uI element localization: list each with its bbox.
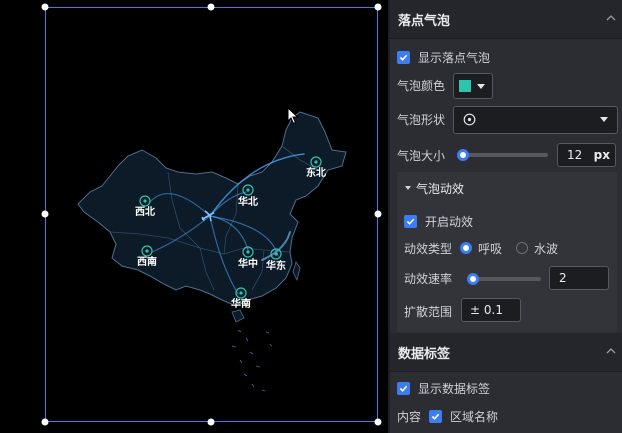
bubble-color-label: 气泡颜色 (397, 78, 446, 93)
section-title: 数据标签 (398, 346, 451, 362)
animation-type-row: 动效类型 呼吸 水波 (404, 240, 558, 256)
resize-handle-bottom-right[interactable] (374, 418, 382, 426)
bubble-shape-label: 气泡形状 (397, 112, 446, 127)
show-bubble-row[interactable]: 显示落点气泡 (397, 49, 490, 65)
resize-handle-top-left[interactable] (41, 3, 49, 11)
bubble-size-value: 12 (567, 148, 583, 162)
animation-rate-label: 动效速率 (404, 271, 453, 286)
show-data-labels-label: 显示数据标签 (418, 381, 491, 396)
radio-breathe-label[interactable]: 呼吸 (478, 240, 502, 257)
caret-down-icon (477, 83, 485, 89)
chevron-up-icon[interactable] (606, 346, 616, 356)
spread-range-label: 扩散范围 (404, 304, 453, 319)
bubble-color-picker[interactable] (453, 73, 493, 99)
map-canvas[interactable]: 东北 西北 华北 西南 华中 华东 华南 (0, 0, 388, 433)
section-header-data-labels[interactable]: 数据标签 (390, 333, 622, 372)
bubble-size-label: 气泡大小 (397, 148, 446, 163)
slider-thumb[interactable] (467, 273, 479, 285)
selection-frame[interactable] (45, 7, 378, 422)
bubble-size-row: 气泡大小 (397, 147, 445, 163)
section-title: 落点气泡 (398, 13, 451, 29)
bubble-shape-row: 气泡形状 (397, 111, 445, 127)
region-name-checkbox[interactable] (429, 409, 443, 423)
show-data-labels-row[interactable]: 显示数据标签 (397, 380, 490, 396)
show-bubble-checkbox[interactable] (397, 50, 410, 64)
resize-handle-left[interactable] (41, 210, 49, 218)
label-content-label: 内容 (397, 409, 422, 424)
animation-rate-value: 2 (559, 271, 567, 285)
animation-type-label: 动效类型 (404, 241, 453, 256)
enable-animation-label: 开启动效 (425, 214, 474, 229)
enable-animation-checkbox[interactable] (404, 214, 417, 228)
animation-rate-slider[interactable] (467, 273, 541, 285)
bubble-size-input[interactable]: 12 px (557, 143, 616, 167)
bubble-size-slider[interactable] (457, 149, 548, 161)
spread-range-row: 扩散范围 (404, 303, 452, 319)
enable-animation-row[interactable]: 开启动效 (404, 213, 473, 229)
show-data-labels-checkbox[interactable] (397, 381, 410, 395)
section-header-bubble[interactable]: 落点气泡 (390, 0, 622, 39)
label-content-row: 内容 区域名称 (397, 408, 498, 424)
caret-down-icon (600, 117, 608, 122)
bubble-shape-select[interactable] (453, 106, 618, 134)
slider-thumb[interactable] (457, 149, 469, 161)
resize-handle-top-right[interactable] (374, 3, 382, 11)
spread-range-input[interactable]: ± 0.1 (461, 298, 521, 322)
animation-header[interactable]: 气泡动效 (404, 180, 464, 196)
show-bubble-label: 显示落点气泡 (418, 50, 491, 65)
caret-down-icon (405, 186, 411, 190)
region-name-label: 区域名称 (450, 409, 499, 424)
bubble-color-row: 气泡颜色 (397, 77, 445, 93)
resize-handle-bottom-left[interactable] (41, 418, 49, 426)
animation-rate-row: 动效速率 (404, 270, 452, 286)
resize-handle-bottom[interactable] (207, 418, 215, 426)
mouse-cursor-icon (287, 107, 299, 125)
unit-label: px (593, 148, 610, 162)
radio-ripple[interactable] (516, 242, 529, 254)
resize-handle-top[interactable] (207, 3, 215, 11)
animation-title: 气泡动效 (416, 181, 465, 196)
color-swatch (459, 80, 471, 92)
circle-dot-icon (463, 113, 476, 126)
radio-ripple-label[interactable]: 水波 (534, 240, 558, 257)
resize-handle-right[interactable] (374, 210, 382, 218)
chevron-up-icon[interactable] (606, 13, 616, 23)
spread-range-value: ± 0.1 (470, 303, 503, 317)
radio-breathe[interactable] (460, 242, 473, 254)
animation-rate-input[interactable]: 2 (549, 266, 609, 290)
